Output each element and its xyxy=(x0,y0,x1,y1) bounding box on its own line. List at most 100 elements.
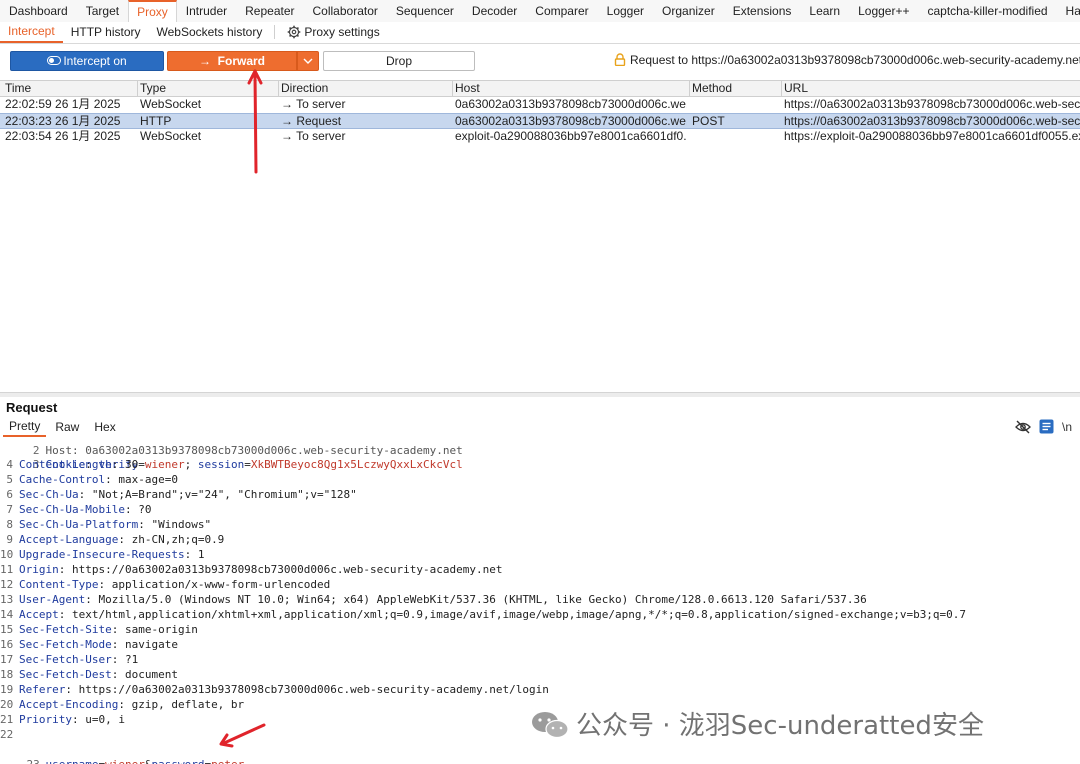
proxy-subtab-bar: Intercept HTTP history WebSockets histor… xyxy=(0,22,1080,43)
table-row[interactable]: 22:02:59 26 1月 2025 WebSocket → To serve… xyxy=(0,97,1080,113)
editor-line: 7 Sec-Ch-Ua-Mobile: ?0 xyxy=(0,502,151,517)
line-number: 19 xyxy=(0,683,14,696)
editor-line: 9 Accept-Language: zh-CN,zh;q=0.9 xyxy=(0,532,224,547)
cell-host: exploit-0a290088036bb97e8001ca6601df0... xyxy=(455,129,687,143)
forward-dropdown-button[interactable] xyxy=(297,51,319,71)
editor-line: 17 Sec-Fetch-User: ?1 xyxy=(0,653,139,666)
column-header-url[interactable]: URL xyxy=(784,81,1080,96)
editor-line: 22 xyxy=(0,727,19,742)
main-tab-dashboard[interactable]: Dashboard xyxy=(0,0,77,22)
main-tab-collaborator[interactable]: Collaborator xyxy=(304,0,387,22)
column-header-direction[interactable]: Direction xyxy=(281,81,451,96)
header-name: Priority xyxy=(19,713,72,726)
main-tab-target[interactable]: Target xyxy=(77,0,128,22)
line-number: 18 xyxy=(0,668,14,681)
main-tab-decoder[interactable]: Decoder xyxy=(463,0,526,22)
tab-http-history[interactable]: HTTP history xyxy=(63,23,149,42)
main-tab-sequencer[interactable]: Sequencer xyxy=(387,0,463,22)
editor-line: 20 Accept-Encoding: gzip, deflate, br xyxy=(0,698,245,711)
line-number: 6 xyxy=(6,488,13,501)
header-value: u=0, i xyxy=(85,713,125,726)
line-number: 13 xyxy=(0,593,14,606)
cell-time: 22:02:59 26 1月 2025 xyxy=(5,97,121,111)
cookie-key: session xyxy=(197,458,245,471)
header-name: Accept-Language xyxy=(19,533,119,546)
column-separator xyxy=(452,81,453,96)
header-name: Sec-Fetch-Mode xyxy=(19,638,112,651)
line-number: 12 xyxy=(0,578,14,591)
editor-line: 16 Sec-Fetch-Mode: navigate xyxy=(0,638,178,651)
gear-icon xyxy=(288,25,301,38)
tab-raw[interactable]: Raw xyxy=(49,419,85,436)
forward-label: Forward xyxy=(217,54,265,68)
header-name: Accept xyxy=(19,608,59,621)
table-row[interactable]: 22:03:54 26 1月 2025 WebSocket → To serve… xyxy=(0,129,1080,145)
main-tab-hae[interactable]: HaE xyxy=(1057,0,1080,22)
eye-hidden-icon[interactable] xyxy=(1015,420,1031,434)
divider xyxy=(0,43,1080,44)
table-row-selected[interactable]: 22:03:23 26 1月 2025 HTTP → Request 0a630… xyxy=(0,113,1080,129)
header-value: https://0a63002a0313b9378098cb73000d006c… xyxy=(78,683,549,696)
pretty-print-icon[interactable] xyxy=(1039,419,1054,434)
main-tab-learn[interactable]: Learn xyxy=(800,0,849,22)
intercept-toggle-button[interactable]: Intercept on xyxy=(10,51,164,71)
cell-direction: → Request xyxy=(281,114,342,128)
intercept-queue-table: Time Type Direction Host Method URL 22:0… xyxy=(0,80,1080,145)
pane-splitter[interactable] xyxy=(0,392,1080,397)
main-tab-bar: Dashboard Target Proxy Intruder Repeater Coll… xyxy=(0,0,1080,23)
main-tab-logger[interactable]: Logger++ xyxy=(849,0,918,22)
main-tab-repeater[interactable]: Repeater xyxy=(236,0,303,22)
proxy-settings-label: Proxy settings xyxy=(304,24,380,39)
line-number: 21 xyxy=(0,713,14,726)
request-target-text: Request to https://0a63002a0313b9378098c… xyxy=(630,53,1080,67)
intercept-toolbar: Intercept on → Forward Drop Request to h… xyxy=(0,48,1080,74)
column-header-time[interactable]: Time xyxy=(5,81,135,96)
header-value: ?0 xyxy=(138,503,152,516)
forward-button[interactable]: → Forward xyxy=(167,51,297,71)
tab-pretty[interactable]: Pretty xyxy=(3,418,47,437)
main-tab-captcha-killer-modified[interactable]: captcha-killer-modified xyxy=(919,0,1057,22)
drop-button[interactable]: Drop xyxy=(323,51,475,71)
line-number: 8 xyxy=(6,518,13,531)
header-name: Upgrade-Insecure-Requests xyxy=(19,548,185,561)
main-tab-logger[interactable]: Logger xyxy=(598,0,653,22)
editor-line: 15 Sec-Fetch-Site: same-origin xyxy=(0,623,198,636)
main-tab-proxy[interactable]: Proxy xyxy=(128,0,177,22)
cookie-value: XkBWTBeyoc8Qg1x5LczwyQxxLxCkcVcl xyxy=(250,458,463,471)
editor-line: 12 Content-Type: application/x-www-form-u… xyxy=(0,578,331,591)
request-target-info: Request to https://0a63002a0313b9378098c… xyxy=(614,53,1080,67)
main-tab-extensions[interactable]: Extensions xyxy=(724,0,801,22)
line-number: 22 xyxy=(0,728,14,741)
annotation-arrow-left xyxy=(219,723,266,748)
editor-line-body: 23username=wiener&password=peter xyxy=(0,742,245,764)
header-name: Sec-Ch-Ua xyxy=(19,488,79,501)
tab-websockets-history[interactable]: WebSockets history xyxy=(149,23,271,42)
main-tab-comparer[interactable]: Comparer xyxy=(526,0,597,22)
editor-line: 19 Referer: https://0a63002a0313b9378098c… xyxy=(0,683,549,696)
lock-icon xyxy=(614,53,626,66)
header-name: Sec-Fetch-Site xyxy=(19,623,112,636)
header-value: navigate xyxy=(124,638,178,651)
param-value: peter xyxy=(211,758,244,764)
newline-toggle[interactable]: \n xyxy=(1062,420,1072,434)
editor-line: 14 Accept: text/html,application/xhtml+xm… xyxy=(0,608,967,621)
column-separator xyxy=(689,81,690,96)
proxy-settings-button[interactable]: Proxy settings xyxy=(279,23,387,42)
header-value: document xyxy=(124,668,178,681)
cell-url: https://0a63002a0313b9378098cb73000d006c… xyxy=(784,97,1080,111)
header-name: Origin xyxy=(19,563,59,576)
line-number: 9 xyxy=(6,533,13,546)
param-name: password xyxy=(151,758,204,764)
chevron-down-icon xyxy=(303,58,313,64)
cell-host: 0a63002a0313b9378098cb73000d006c.we... xyxy=(455,114,687,128)
column-header-host[interactable]: Host xyxy=(455,81,687,96)
tab-intercept[interactable]: Intercept xyxy=(0,22,63,43)
header-name: Content-Type xyxy=(19,578,99,591)
main-tab-intruder[interactable]: Intruder xyxy=(177,0,236,22)
cell-direction: → To server xyxy=(281,97,346,111)
main-tab-organizer[interactable]: Organizer xyxy=(653,0,724,22)
param-value: wiener xyxy=(105,758,145,764)
tab-hex[interactable]: Hex xyxy=(88,419,121,436)
column-header-method[interactable]: Method xyxy=(692,81,780,96)
header-value: "Not;A=Brand";v="24", "Chromium";v="128" xyxy=(91,488,357,501)
